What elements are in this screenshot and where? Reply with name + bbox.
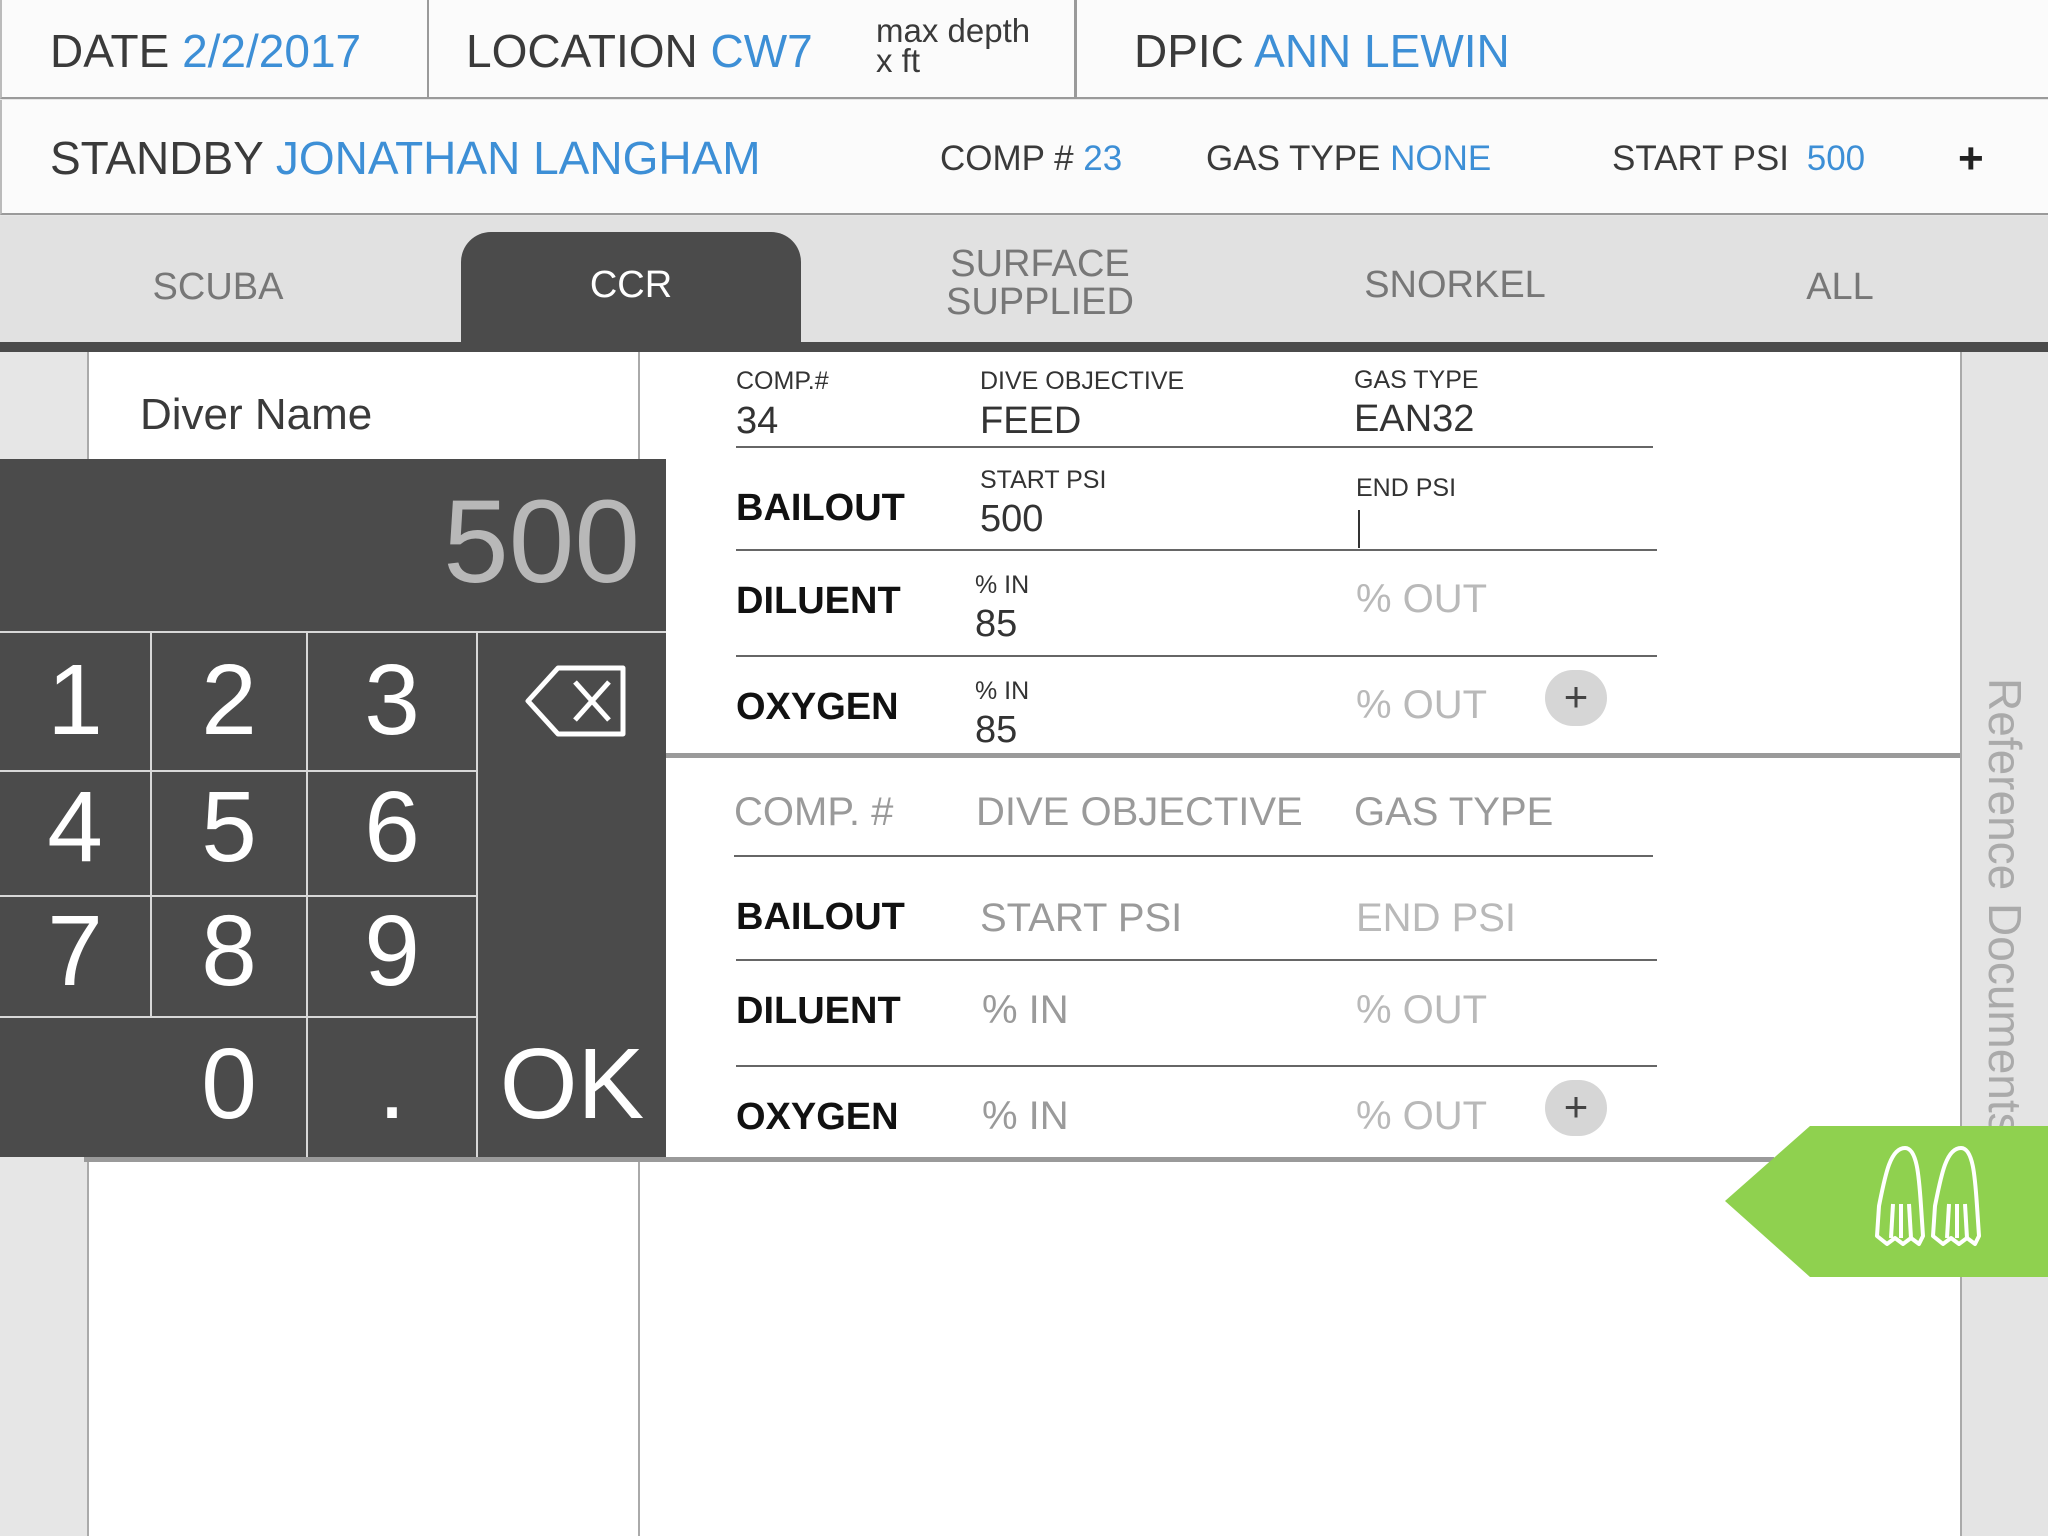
- key-0[interactable]: 0: [152, 1034, 306, 1134]
- reference-documents-sidebar[interactable]: Reference Documents: [1960, 352, 2048, 1536]
- standby-label: STANDBY: [50, 132, 264, 184]
- backspace-icon: [525, 665, 626, 737]
- dpic-value: ANN LEWIN: [1254, 25, 1510, 77]
- entry2-oxygen-in-input[interactable]: % IN: [982, 1094, 1069, 1139]
- key-4[interactable]: 4: [0, 777, 150, 877]
- entry1-objective-value[interactable]: FEED: [980, 400, 1081, 443]
- reference-documents-label: Reference Documents: [1979, 678, 2031, 1136]
- key-5[interactable]: 5: [152, 777, 306, 877]
- entry1-diluent-out-input[interactable]: % OUT: [1356, 577, 1487, 622]
- location-label: LOCATION: [466, 25, 698, 77]
- date-label: DATE: [50, 25, 170, 77]
- entry-separator: [638, 753, 1960, 758]
- entry1-gas-label: GAS TYPE: [1354, 366, 1479, 394]
- keypad-display: 500: [443, 476, 640, 608]
- start-psi-label: START PSI: [1612, 139, 1789, 178]
- grid-line: [0, 1016, 477, 1018]
- separator: [736, 959, 1657, 961]
- entry2-oxygen-label: OXYGEN: [736, 1096, 899, 1138]
- diver-name-field[interactable]: Diver Name: [140, 390, 372, 440]
- tab-scuba[interactable]: SCUBA: [118, 268, 318, 306]
- tab-ccr[interactable]: CCR: [531, 266, 731, 304]
- separator: [736, 655, 1657, 657]
- entry1-start-psi-label: START PSI: [980, 466, 1107, 494]
- entry1-start-psi-value[interactable]: 500: [980, 498, 1043, 541]
- entry1-gas-value[interactable]: EAN32: [1354, 398, 1474, 441]
- max-depth-value: x ft: [876, 42, 921, 79]
- key-8[interactable]: 8: [152, 901, 306, 1001]
- dpic-label: DPIC: [1134, 25, 1244, 77]
- divider: [1074, 0, 1077, 99]
- entry1-end-psi-label: END PSI: [1356, 474, 1457, 502]
- date-field[interactable]: DATE 2/2/2017: [50, 24, 361, 78]
- separator: [736, 446, 1653, 448]
- entry2-diluent-in-input[interactable]: % IN: [982, 988, 1069, 1033]
- standby-field[interactable]: STANDBY JONATHAN LANGHAM: [50, 131, 761, 185]
- entry1-objective-label: DIVE OBJECTIVE: [980, 367, 1185, 395]
- comp-label: COMP #: [940, 139, 1074, 178]
- entry2-add-button[interactable]: +: [1545, 1080, 1607, 1136]
- entry1-oxygen-in-value[interactable]: 85: [975, 709, 1017, 752]
- comp-value: 23: [1083, 139, 1123, 178]
- entry1-end-psi-input[interactable]: [1354, 506, 1654, 550]
- numeric-keypad: 500 1 2 3 4 5 6 7 8 9 0 . OK: [0, 459, 666, 1157]
- entry1-comp-label: COMP.#: [736, 367, 829, 395]
- ok-button[interactable]: OK: [478, 1034, 666, 1134]
- tab-surface-supplied[interactable]: SURFACE SUPPLIED: [900, 245, 1180, 321]
- separator: [734, 855, 1653, 857]
- gas-type-field[interactable]: GAS TYPE NONE: [1206, 139, 1491, 179]
- tab-snorkel[interactable]: SNORKEL: [1330, 266, 1580, 304]
- dpic-field[interactable]: DPIC ANN LEWIN: [1134, 24, 1510, 78]
- comp-field[interactable]: COMP # 23: [940, 139, 1122, 179]
- entry2-start-psi-input[interactable]: START PSI: [980, 896, 1182, 941]
- location-value: CW7: [710, 25, 813, 77]
- separator: [736, 549, 1657, 551]
- gas-type-value: NONE: [1390, 139, 1492, 178]
- tab-surface-line2: SUPPLIED: [946, 281, 1134, 323]
- backspace-button[interactable]: [478, 633, 666, 770]
- start-psi-field[interactable]: START PSI 500: [1612, 139, 1865, 179]
- entry1-oxygen-in-label: % IN: [975, 677, 1030, 705]
- entry2-gas-input[interactable]: GAS TYPE: [1354, 790, 1553, 835]
- entry1-diluent-in-label: % IN: [975, 571, 1030, 599]
- entry1-diluent-in-value[interactable]: 85: [975, 603, 1017, 646]
- gas-type-label: GAS TYPE: [1206, 139, 1381, 178]
- divider: [427, 0, 429, 99]
- key-2[interactable]: 2: [152, 650, 306, 750]
- key-decimal[interactable]: .: [308, 1034, 476, 1134]
- entry1-add-button[interactable]: +: [1545, 670, 1607, 726]
- location-field[interactable]: LOCATION CW7: [466, 24, 813, 78]
- entry1-comp-value[interactable]: 34: [736, 400, 778, 443]
- key-1[interactable]: 1: [0, 650, 150, 750]
- entry2-comp-input[interactable]: COMP. #: [734, 790, 893, 835]
- tab-all[interactable]: ALL: [1780, 268, 1900, 306]
- add-header-button[interactable]: +: [1958, 134, 1984, 184]
- entry2-diluent-out-input[interactable]: % OUT: [1356, 988, 1487, 1033]
- standby-value: JONATHAN LANGHAM: [275, 132, 761, 184]
- entry2-end-psi-input[interactable]: END PSI: [1356, 896, 1516, 941]
- date-value: 2/2/2017: [182, 25, 362, 77]
- entry1-bailout-label: BAILOUT: [736, 487, 905, 529]
- entry2-diluent-label: DILUENT: [736, 990, 901, 1032]
- entry2-bailout-label: BAILOUT: [736, 896, 905, 938]
- entry-bottom-separator: [84, 1157, 1774, 1162]
- key-9[interactable]: 9: [308, 901, 476, 1001]
- entry1-oxygen-label: OXYGEN: [736, 686, 899, 728]
- separator: [736, 1065, 1657, 1067]
- key-7[interactable]: 7: [0, 901, 150, 1001]
- key-3[interactable]: 3: [308, 650, 476, 750]
- fins-tab-button[interactable]: [1725, 1126, 2048, 1277]
- tab-surface-line1: SURFACE: [950, 243, 1130, 285]
- entry1-diluent-label: DILUENT: [736, 580, 901, 622]
- key-6[interactable]: 6: [308, 777, 476, 877]
- entry2-objective-input[interactable]: DIVE OBJECTIVE: [976, 790, 1303, 835]
- tab-underline: [0, 342, 2048, 352]
- start-psi-value: 500: [1806, 139, 1866, 178]
- entry2-oxygen-out-input[interactable]: % OUT: [1356, 1094, 1487, 1139]
- max-depth-field[interactable]: max depth x ft: [876, 14, 1030, 79]
- entry1-oxygen-out-input[interactable]: % OUT: [1356, 683, 1487, 728]
